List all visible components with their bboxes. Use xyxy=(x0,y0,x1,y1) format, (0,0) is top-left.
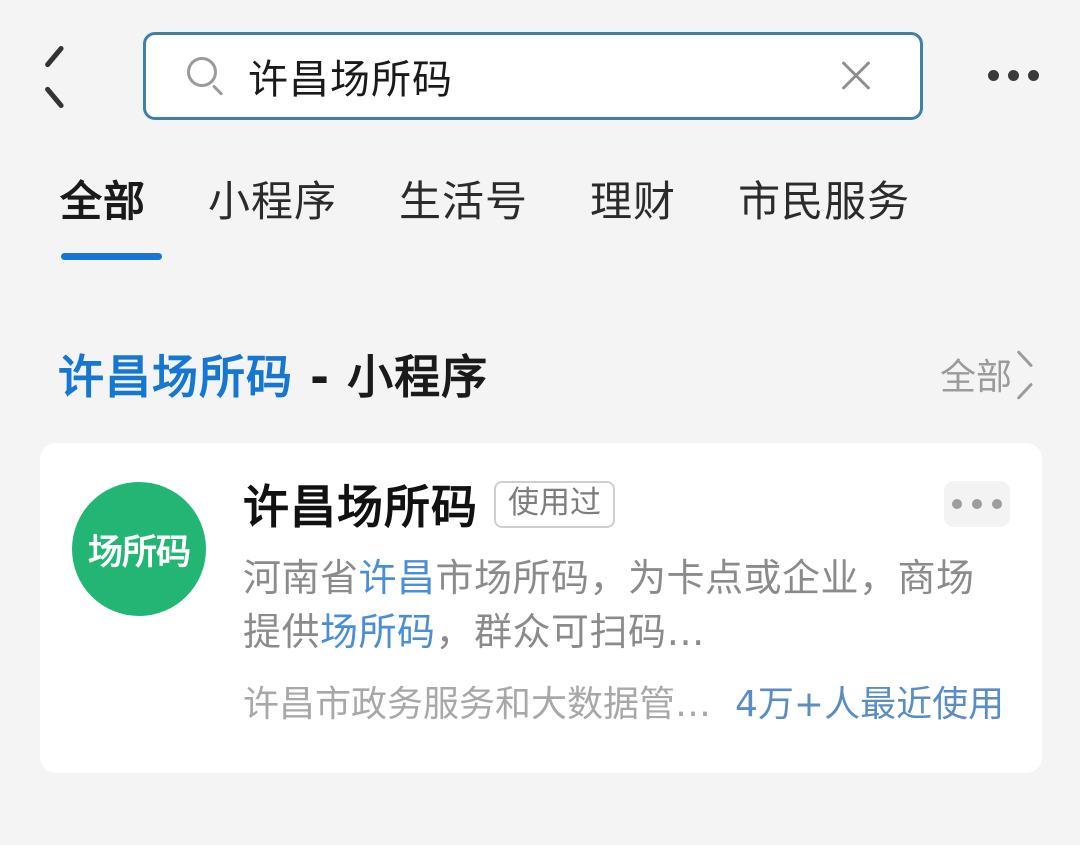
top-search-bar: 许昌场所码 xyxy=(0,0,1080,150)
more-horizontal-icon xyxy=(992,499,1002,509)
section-title-keyword: 许昌场所码 xyxy=(58,350,293,404)
chevron-left-icon xyxy=(40,49,70,101)
more-horizontal-icon xyxy=(972,499,982,509)
tab-all[interactable]: 全部 xyxy=(60,168,162,260)
tab-active-indicator xyxy=(61,253,162,260)
section-title: 许昌场所码 - 小程序 xyxy=(58,341,488,407)
more-horizontal-icon xyxy=(952,499,962,509)
tab-label: 小程序 xyxy=(208,177,338,226)
section-more-label: 全部 xyxy=(939,357,1012,398)
tab-label: 全部 xyxy=(60,177,147,226)
description-keyword: 许昌 xyxy=(358,556,436,600)
usage-count: 4万+人最近使用 xyxy=(735,684,1005,725)
search-input[interactable]: 许昌场所码 xyxy=(248,47,834,105)
back-button[interactable] xyxy=(0,0,110,150)
section-title-separator: - xyxy=(293,350,348,404)
card-more-button[interactable] xyxy=(944,481,1010,527)
description-text: 河南省 xyxy=(243,556,359,600)
more-options-button[interactable] xyxy=(968,47,1058,103)
close-icon[interactable] xyxy=(834,54,878,98)
app-icon-label: 场所码 xyxy=(87,532,191,573)
tab-mini-programs[interactable]: 小程序 xyxy=(208,168,337,232)
card-title-row: 许昌场所码 使用过 xyxy=(243,473,1024,535)
tab-citizen-services[interactable]: 市民服务 xyxy=(738,168,910,232)
tab-life-accounts[interactable]: 生活号 xyxy=(399,168,528,232)
card-meta-row: 许昌市政务服务和大数据管… 4万+人最近使用 xyxy=(243,675,1012,727)
filter-tabs: 全部 小程序 生活号 理财 市民服务 xyxy=(0,168,1080,278)
app-icon: 场所码 xyxy=(72,482,206,616)
tab-label: 市民服务 xyxy=(738,177,911,226)
chevron-right-icon xyxy=(1022,357,1040,391)
more-horizontal-icon xyxy=(1027,69,1039,81)
app-title: 许昌场所码 xyxy=(243,480,478,534)
provider-name: 许昌市政务服务和大数据管… xyxy=(243,684,712,725)
search-icon xyxy=(186,56,226,96)
search-result-card[interactable]: 场所码 许昌场所码 使用过 河南省许昌市场所码，为卡点或企业，商场提供场所码，群… xyxy=(40,443,1042,773)
description-text: ，群众可扫码… xyxy=(435,610,706,654)
app-description: 河南省许昌市场所码，为卡点或企业，商场提供场所码，群众可扫码… xyxy=(243,551,1013,659)
more-horizontal-icon xyxy=(1007,69,1019,81)
section-title-suffix: 小程序 xyxy=(347,350,489,404)
tab-finance[interactable]: 理财 xyxy=(590,168,676,232)
search-field[interactable]: 许昌场所码 xyxy=(143,32,923,120)
description-keyword: 场所码 xyxy=(320,610,436,654)
status-badge: 使用过 xyxy=(494,480,615,528)
tab-label: 生活号 xyxy=(399,177,529,226)
section-header: 许昌场所码 - 小程序 全部 xyxy=(0,336,1080,412)
tab-label: 理财 xyxy=(590,177,677,226)
section-view-all-button[interactable]: 全部 xyxy=(940,348,1040,400)
more-horizontal-icon xyxy=(987,69,999,81)
card-content: 许昌场所码 使用过 河南省许昌市场所码，为卡点或企业，商场提供场所码，群众可扫码… xyxy=(243,473,1024,659)
